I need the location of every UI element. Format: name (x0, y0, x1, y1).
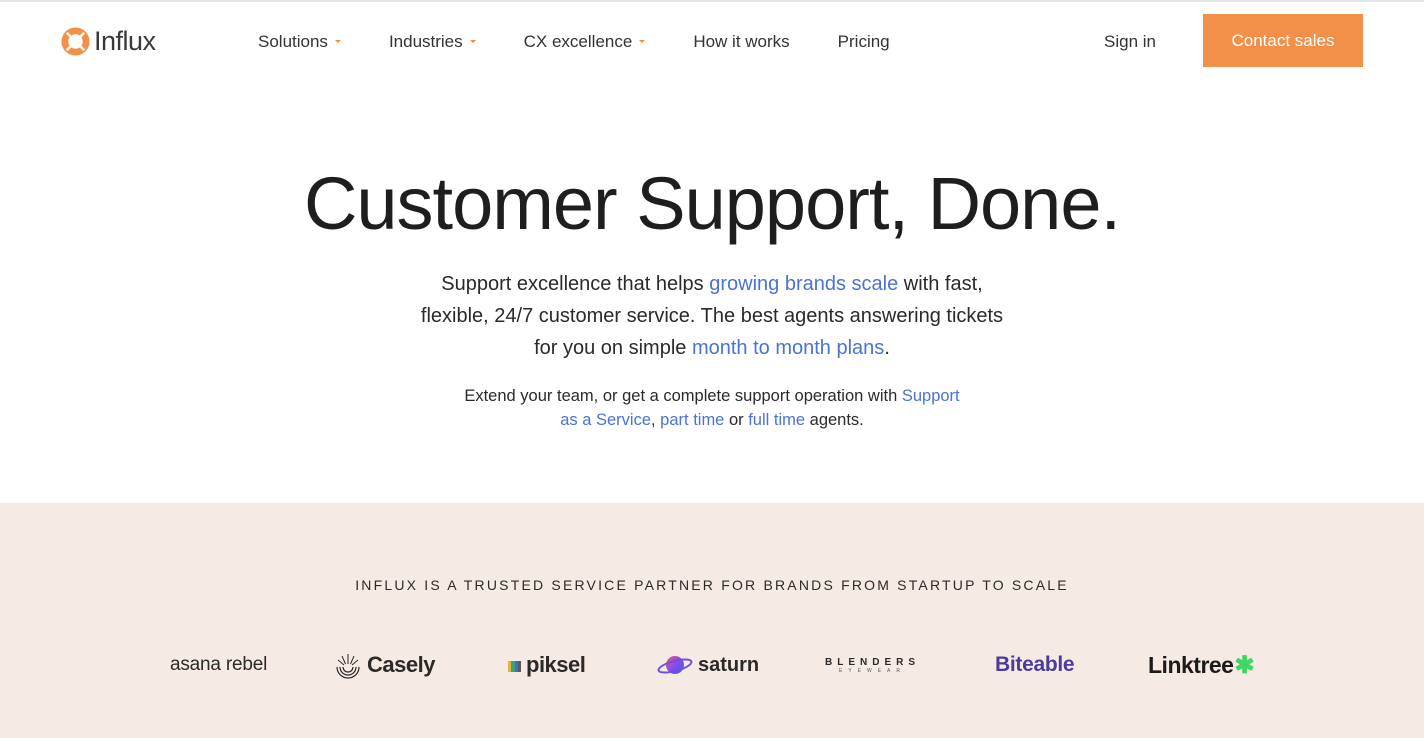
casely-logo: Casely (333, 643, 435, 687)
asana-rebel-wordmark: asana rebel (170, 654, 268, 675)
hero-sub-text-1: Support excellence that helps (441, 273, 710, 295)
nav-how-it-works-label: How it works (693, 32, 790, 51)
piksel-wordmark: piksel (526, 652, 586, 677)
partner-logos: asana rebel Casely piksel saturn BLENDER… (0, 643, 1424, 687)
partners-heading: INFLUX IS A TRUSTED SERVICE PARTNER FOR … (355, 577, 1069, 593)
month-to-month-plans-link[interactable]: month to month plans (692, 337, 884, 359)
blenders-subtitle: EYEWEAR (839, 667, 907, 674)
asterisk-icon: ✱ (1234, 651, 1255, 679)
lifebuoy-icon (61, 26, 90, 56)
biteable-logo: Biteable (995, 643, 1075, 687)
asana-rebel-logo: asana rebel (170, 643, 267, 687)
linktree-wordmark: Linktree (1148, 651, 1234, 678)
hero-sub2-text-4: agents. (805, 411, 864, 429)
site-header: Influx Solutions Industries CX excellenc… (0, 2, 1424, 82)
hero-subtitle: Support excellence that helps growing br… (412, 268, 1012, 364)
nav-how-it-works[interactable]: How it works (693, 32, 789, 52)
main-nav: Solutions Industries CX excellence How i… (258, 30, 890, 54)
hero-title: Customer Support, Done. (303, 162, 1121, 245)
hero-sub2-text-1: Extend your team, or get a complete supp… (464, 387, 902, 405)
nav-industries[interactable]: Industries (389, 32, 476, 52)
nav-cx-excellence-label: CX excellence (523, 32, 633, 51)
contact-sales-button[interactable]: Contact sales (1203, 14, 1363, 67)
caret-down-icon (469, 39, 476, 43)
caret-down-icon (334, 39, 341, 43)
linktree-logo: Linktree ✱ (1148, 643, 1255, 687)
sign-in-link[interactable]: Sign in (1104, 32, 1156, 52)
caret-down-icon (639, 39, 646, 43)
piksel-logo: piksel (508, 643, 586, 687)
sunrise-icon (336, 654, 360, 679)
planet-icon (657, 656, 693, 674)
casely-wordmark: Casely (367, 652, 435, 677)
saturn-logo: saturn (657, 643, 759, 687)
nav-industries-label: Industries (388, 32, 463, 51)
hero-sub-text-3: . (884, 337, 890, 359)
hero-sub2-text-3: or (724, 411, 749, 429)
saturn-wordmark: saturn (698, 653, 760, 676)
nav-cx-excellence[interactable]: CX excellence (524, 32, 646, 52)
nav-pricing[interactable]: Pricing (838, 32, 890, 52)
influx-logo[interactable]: Influx (61, 26, 156, 56)
nav-pricing-label: Pricing (837, 32, 890, 51)
hero-secondary-text: Extend your team, or get a complete supp… (462, 384, 962, 432)
blenders-logo: BLENDERS EYEWEAR (825, 643, 920, 687)
nav-solutions[interactable]: Solutions (258, 32, 341, 52)
partners-band: INFLUX IS A TRUSTED SERVICE PARTNER FOR … (0, 503, 1424, 738)
logo-wordmark: Influx (94, 25, 156, 56)
color-bars-icon (508, 661, 521, 672)
nav-solutions-label: Solutions (258, 32, 328, 51)
blenders-wordmark: BLENDERS (825, 656, 921, 668)
full-time-link[interactable]: full time (748, 411, 805, 429)
part-time-link[interactable]: part time (660, 411, 724, 429)
biteable-wordmark: Biteable (995, 653, 1075, 676)
hero-sub2-text-2: , (651, 411, 661, 429)
growing-brands-link[interactable]: growing brands scale (709, 273, 898, 295)
